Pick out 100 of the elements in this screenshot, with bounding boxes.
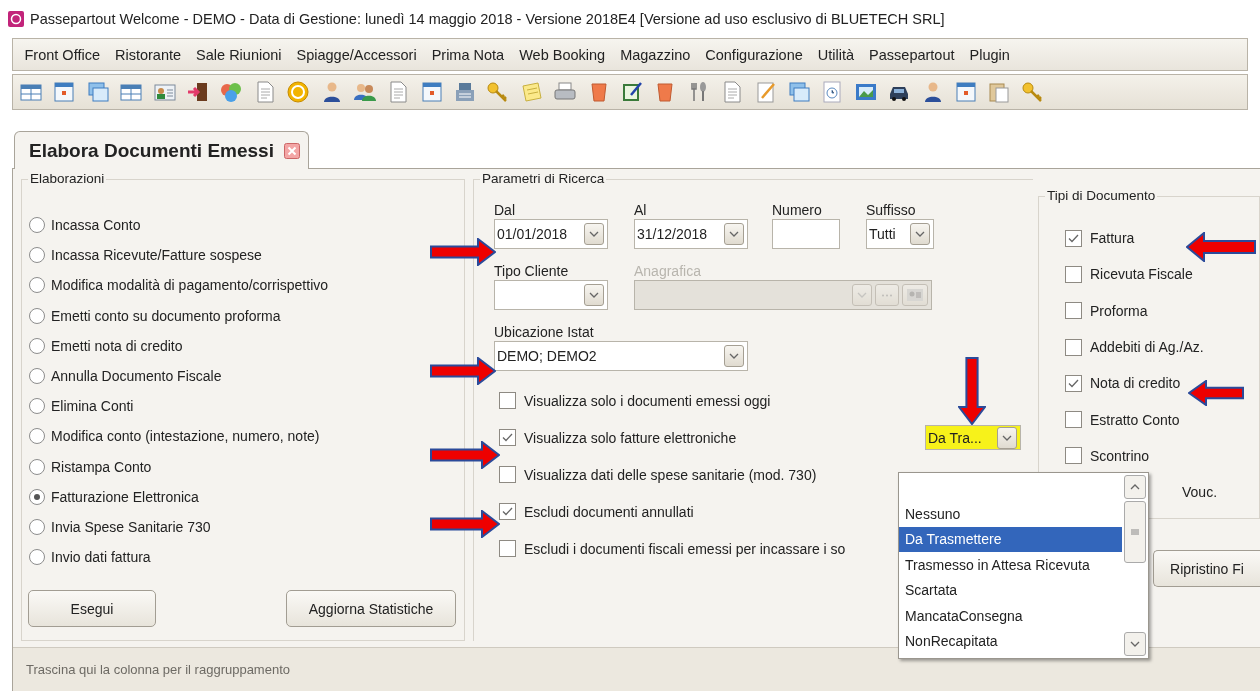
calendar-icon[interactable] xyxy=(52,80,77,104)
combo-field[interactable]: 01/01/2018 xyxy=(494,219,608,249)
radio-label: Emetti nota di credito xyxy=(51,337,183,354)
combo-field[interactable] xyxy=(494,280,608,310)
radio-button[interactable] xyxy=(29,368,45,385)
checkbox[interactable] xyxy=(499,392,516,409)
group-by-hint: Trascina qui la colonna per il raggruppamento xyxy=(26,662,290,677)
run-button[interactable]: Esegui xyxy=(28,590,156,628)
menu-item[interactable]: Ristorante xyxy=(107,46,189,63)
checkmark-icon xyxy=(1068,378,1079,388)
group-legend: Parametri di Ricerca xyxy=(480,171,607,186)
scroll-down-button[interactable] xyxy=(1124,632,1146,656)
field-label: Numero xyxy=(772,202,823,219)
arrow-icon xyxy=(430,510,500,538)
bubbles-icon[interactable] xyxy=(219,80,244,104)
note-icon[interactable] xyxy=(519,80,544,104)
dropdown-item[interactable]: Da Trasmettere xyxy=(899,526,1122,552)
chevron-down-icon xyxy=(1130,641,1140,647)
notepad-icon[interactable] xyxy=(620,80,645,104)
menu-item[interactable]: Prima Nota xyxy=(424,46,512,63)
chevron-down-icon xyxy=(729,231,739,237)
radio-button[interactable] xyxy=(29,217,45,234)
checkbox[interactable] xyxy=(1065,265,1082,283)
menu-item[interactable]: Magazzino xyxy=(612,46,698,63)
checkbox-label: Ricevuta Fiscale xyxy=(1090,266,1193,283)
radio-button[interactable] xyxy=(29,398,45,415)
update-button[interactable]: Aggiorna Statistiche xyxy=(286,590,456,628)
close-icon[interactable] xyxy=(283,142,300,159)
checkbox[interactable] xyxy=(499,503,516,520)
radio-button[interactable] xyxy=(29,277,45,294)
combo-field[interactable]: 31/12/2018 xyxy=(634,219,748,249)
menu-item[interactable]: Web Booking xyxy=(511,46,613,63)
checkbox[interactable] xyxy=(499,429,516,446)
contact-card-icon xyxy=(907,289,923,301)
combo-field[interactable]: Tutti xyxy=(866,219,934,249)
reset-filter-button[interactable]: Ripristino Fi xyxy=(1153,550,1260,587)
document-tab[interactable]: Elabora Documenti Emessi xyxy=(14,131,309,169)
radio-label: Incassa Ricevute/Fatture sospese xyxy=(51,247,262,264)
dropdown-item[interactable]: Trasmesso in Attesa Ricevuta xyxy=(899,552,1122,578)
checkbox[interactable] xyxy=(1065,411,1082,429)
menu-item[interactable]: Spiagge/Accessori xyxy=(289,46,425,63)
lookup-field[interactable] xyxy=(634,280,932,310)
checkbox[interactable] xyxy=(1065,229,1082,247)
arrow-icon xyxy=(430,238,496,266)
menu-item[interactable]: Utilità xyxy=(810,46,862,63)
checkbox-label: Visualizza solo i documenti emessi oggi xyxy=(524,392,771,409)
status-combo[interactable]: Da Tra... xyxy=(925,425,1021,450)
radio-label: Ristampa Conto xyxy=(51,458,152,475)
field-label: Anagrafica xyxy=(634,263,702,280)
radio-label: Modifica conto (intestazione, numero, note) xyxy=(51,428,320,445)
group-legend: Tipi di Documento xyxy=(1045,188,1158,203)
field-label: Suffisso xyxy=(866,202,917,219)
radio-label: Invio dati fattura xyxy=(51,549,151,566)
combo-field[interactable]: DEMO; DEMO2 xyxy=(494,341,748,371)
door-icon[interactable] xyxy=(185,80,210,104)
scroll-up-button[interactable] xyxy=(1124,475,1146,499)
chevron-down-icon xyxy=(729,353,739,359)
coin-icon[interactable] xyxy=(286,80,311,104)
radio-label: Fatturazione Elettronica xyxy=(51,488,199,505)
radio-button[interactable] xyxy=(29,337,45,354)
arrow-icon xyxy=(958,357,986,425)
grip-icon xyxy=(1131,529,1139,535)
radio-button[interactable] xyxy=(29,518,45,535)
menu-item[interactable]: Plugin xyxy=(962,46,1018,63)
windows-icon[interactable] xyxy=(85,80,110,104)
input-field[interactable] xyxy=(772,219,840,249)
field-label: Dal xyxy=(494,202,516,219)
dropdown-item[interactable]: Nessuno xyxy=(899,501,1122,527)
chevron-up-icon xyxy=(1130,484,1140,490)
checkbox[interactable] xyxy=(1065,374,1082,392)
arrow-icon xyxy=(430,357,496,385)
calendar-icon[interactable] xyxy=(419,80,444,104)
radio-button[interactable] xyxy=(29,247,45,264)
checkbox[interactable] xyxy=(1065,302,1082,320)
clipboard-icon[interactable] xyxy=(987,80,1012,104)
dropdown-item[interactable]: MancataConsegna xyxy=(899,603,1122,629)
scroll-thumb[interactable] xyxy=(1124,501,1146,563)
checkbox-label: Vouc. xyxy=(1182,484,1218,501)
checkbox[interactable] xyxy=(499,540,516,557)
radio-button[interactable] xyxy=(29,549,45,566)
menu-item[interactable]: Passepartout xyxy=(861,46,963,63)
radio-button[interactable] xyxy=(29,307,45,324)
radio-label: Emetti conto su documento proforma xyxy=(51,307,281,324)
radio-button[interactable] xyxy=(29,428,45,445)
checkbox[interactable] xyxy=(499,466,516,483)
menu-item[interactable]: Configurazione xyxy=(697,46,811,63)
menu-item[interactable]: Sale Riunioni xyxy=(188,46,290,63)
radio-button[interactable] xyxy=(29,488,45,505)
windows-icon[interactable] xyxy=(787,80,811,104)
checkbox[interactable] xyxy=(1065,338,1082,356)
chevron-down-icon xyxy=(1002,434,1012,441)
checkbox-label: Estratto Conto xyxy=(1090,411,1180,428)
calendar-icon[interactable] xyxy=(953,80,978,104)
checkbox[interactable] xyxy=(1065,447,1082,465)
key-icon[interactable] xyxy=(1020,80,1045,104)
dropdown-item[interactable]: NonRecapitata xyxy=(899,628,1122,654)
dropdown-item[interactable]: Scartata xyxy=(899,577,1122,603)
radio-button[interactable] xyxy=(29,458,45,475)
radio-label: Invia Spese Sanitarie 730 xyxy=(51,518,211,535)
menu-item[interactable]: Front Office xyxy=(17,46,108,63)
